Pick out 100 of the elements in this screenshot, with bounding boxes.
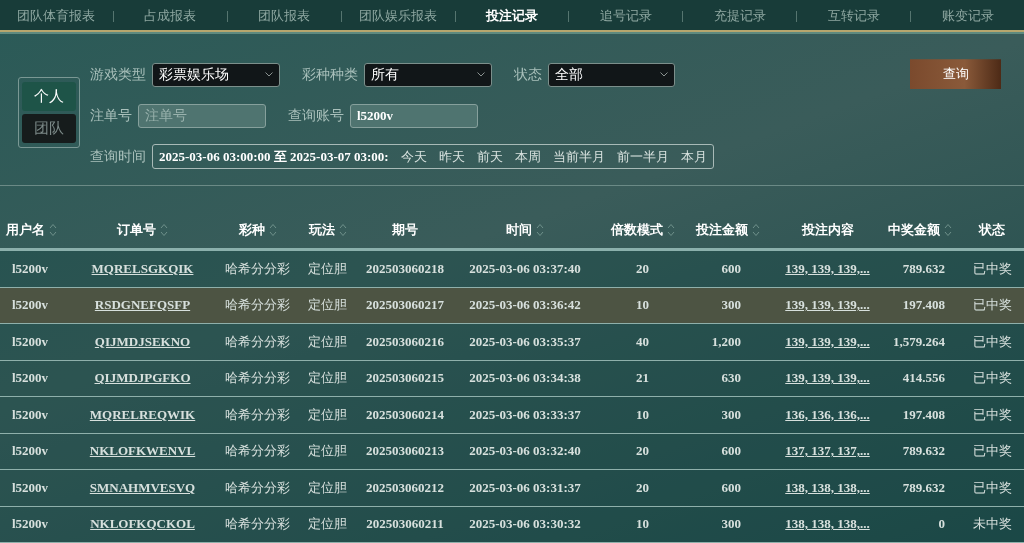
tab[interactable]: 占成报表 [113,7,227,26]
table-link[interactable]: NKLOFKWENVL [89,443,196,460]
tab[interactable]: 追号记录 [569,7,683,26]
table-cell: 哈希分分彩 [225,332,290,351]
column-header[interactable]: 玩法 [308,221,347,239]
table-cell: l5200v [11,516,49,533]
table-row[interactable]: l5200v QIJMDJSEKNO 哈希分分彩 定位胆 202503060216 2025-03-06 03:35:37 40 1,200 139, 139, 139,... 1,579.264 已中奖 [0,324,1024,361]
table-cell: 202503060214 [366,406,444,423]
date-preset-link[interactable]: 前一半月 [616,147,669,166]
table-link[interactable]: 139, 139, 139,... [785,297,870,314]
date-range-field[interactable]: 2025-03-06 03:00:00 至 2025-03-07 03:00: [159,147,389,166]
scope-button[interactable]: 团队 [22,114,76,144]
table-cell: 已中奖 [972,259,1012,278]
input-field[interactable]: 注单号 [138,103,266,128]
sort-icon[interactable] [49,223,57,237]
table-cell: 600 [721,479,741,496]
table-cell: 40 [636,333,649,350]
table-link[interactable]: 138, 138, 138,... [785,516,870,533]
sort-icon[interactable] [338,223,347,237]
date-preset-link[interactable]: 当前半月 [552,147,605,166]
field-label: 游戏类型 [90,65,146,84]
column-header[interactable]: 订单号 [117,221,168,239]
table-link[interactable]: 136, 136, 136,... [785,406,870,423]
table-cell: 已中奖 [972,332,1012,351]
tab[interactable]: 团队体育报表 [0,7,113,26]
table-cell: 哈希分分彩 [225,515,290,534]
table-cell: 197.408 [902,297,945,314]
tab[interactable]: 互转记录 [797,7,911,26]
table-link[interactable]: QIJMDJSEKNO [94,333,191,350]
dropdown[interactable]: 全部 [548,62,675,87]
table-cell: 202503060217 [366,297,444,314]
table-link[interactable]: 139, 139, 139,... [785,370,870,387]
sort-icon[interactable] [160,223,168,237]
table-link[interactable]: 139, 139, 139,... [785,260,870,277]
dropdown[interactable]: 彩票娱乐场 [152,62,280,87]
tab[interactable]: 账变记录 [911,7,1024,26]
table-cell: 已中奖 [972,369,1012,388]
table-link[interactable]: MQRELREQWIK [89,406,196,423]
table-cell: l5200v [11,333,49,350]
table-link[interactable]: SMNAHMVESVQ [89,479,196,496]
date-preset-link[interactable]: 昨天 [438,147,465,166]
input-field[interactable]: l5200v [350,103,478,128]
table-row[interactable]: l5200v MQRELSGKQIK 哈希分分彩 定位胆 202503060218 2025-03-06 03:37:40 20 600 139, 139, 139,... 789.632 已中奖 [0,251,1024,288]
table-cell: 2025-03-06 03:30:32 [469,516,581,533]
column-header: 投注内容 [801,221,854,239]
table-row[interactable]: l5200v MQRELREQWIK 哈希分分彩 定位胆 202503060214 2025-03-06 03:33:37 10 300 136, 136, 136,... 197.408 已中奖 [0,397,1024,434]
table-row[interactable]: l5200v NKLOFKQCKOL 哈希分分彩 定位胆 202503060211 2025-03-06 03:30:32 10 300 138, 138, 138,... 0 未中奖 [0,506,1024,543]
sort-icon[interactable] [268,223,277,237]
column-header[interactable]: 倍数模式 [610,221,675,239]
scope-button[interactable]: 个人 [22,82,76,112]
table-cell: 20 [636,260,649,277]
table-cell: 20 [636,479,649,496]
column-header[interactable]: 投注金额 [695,221,760,239]
table-link[interactable]: 139, 139, 139,... [785,333,870,350]
table-link[interactable]: 137, 137, 137,... [785,443,870,460]
table-cell: l5200v [11,370,49,387]
field-label: 注单号 [90,106,132,125]
table-row[interactable]: l5200v RSDGNEFQSFP 哈希分分彩 定位胆 202503060217 2025-03-06 03:36:42 10 300 139, 139, 139,... 197.408 已中奖 [0,287,1024,324]
query-button[interactable]: 查询 [910,59,1001,90]
date-preset-link[interactable]: 本周 [514,147,541,166]
column-header[interactable]: 彩种 [238,221,277,239]
table-cell: 定位胆 [308,296,347,315]
table-cell: 定位胆 [308,332,347,351]
table-cell: 10 [636,297,649,314]
field-label: 查询账号 [288,106,344,125]
table-cell: 600 [721,260,741,277]
table-link[interactable]: QIJMDJPGFKO [94,370,191,387]
date-preset-link[interactable]: 本月 [680,147,707,166]
column-header[interactable]: 时间 [506,221,544,239]
table-cell: 1,200 [711,333,741,350]
table-row[interactable]: l5200v QIJMDJPGFKO 哈希分分彩 定位胆 202503060215 2025-03-06 03:34:38 21 630 139, 139, 139,... 414.556 已中奖 [0,360,1024,397]
field-label: 彩种种类 [302,65,358,84]
table-cell: 哈希分分彩 [225,405,290,424]
tab[interactable]: 团队娱乐报表 [341,7,455,26]
tab[interactable]: 投注记录 [455,7,569,26]
sort-icon[interactable] [751,223,760,237]
table-cell: 已中奖 [972,478,1012,497]
table-cell: l5200v [11,479,49,496]
table-cell: 789.632 [902,443,945,460]
table-link[interactable]: MQRELSGKQIK [91,260,194,277]
table-cell: 20 [636,443,649,460]
table-cell: 未中奖 [972,515,1012,534]
table-cell: 哈希分分彩 [225,442,290,461]
date-preset-link[interactable]: 今天 [400,147,427,166]
sort-icon[interactable] [536,223,544,237]
table-cell: 定位胆 [308,515,347,534]
table-row[interactable]: l5200v SMNAHMVESVQ 哈希分分彩 定位胆 202503060212 2025-03-06 03:31:37 20 600 138, 138, 138,... 789.632 已中奖 [0,470,1024,507]
date-preset-link[interactable]: 前天 [476,147,503,166]
table-link[interactable]: 138, 138, 138,... [785,479,870,496]
dropdown[interactable]: 所有 [364,62,492,87]
table-row[interactable]: l5200v NKLOFKWENVL 哈希分分彩 定位胆 202503060213 2025-03-06 03:32:40 20 600 137, 137, 137,... 789.632 已中奖 [0,433,1024,470]
sort-icon[interactable] [944,223,952,237]
column-header[interactable]: 中奖金额 [888,221,952,239]
tab[interactable]: 团队报表 [227,7,341,26]
tab[interactable]: 充提记录 [683,7,797,26]
table-cell: 300 [721,297,741,314]
sort-icon[interactable] [666,223,675,237]
table-link[interactable]: NKLOFKQCKOL [90,516,195,533]
column-header[interactable]: 用户名 [6,221,57,239]
table-link[interactable]: RSDGNEFQSFP [94,297,191,314]
